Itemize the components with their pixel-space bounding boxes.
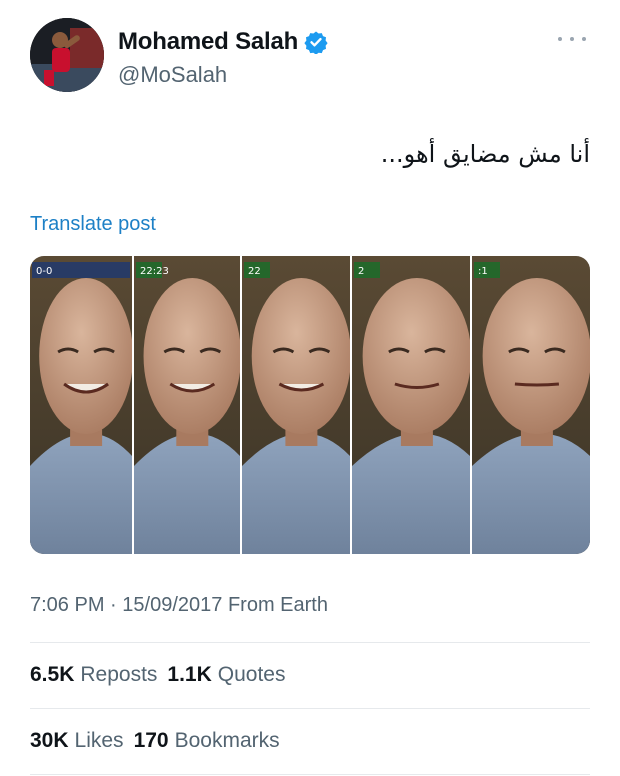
more-options-icon[interactable] bbox=[558, 32, 586, 46]
post-header: Mohamed Salah @MoSalah bbox=[30, 18, 590, 96]
likes-count: 30K bbox=[30, 729, 69, 752]
frame-label: 22:23 bbox=[140, 266, 169, 277]
post-meta: 7:06 PM · 15/09/2017 From Earth bbox=[30, 594, 328, 617]
divider bbox=[30, 708, 590, 709]
quotes-count: 1.1K bbox=[167, 663, 212, 686]
reposts-label: Reposts bbox=[80, 663, 158, 686]
likes-stat[interactable]: 30K Likes bbox=[30, 729, 124, 753]
media-frame: 22:23 bbox=[132, 256, 242, 554]
handle[interactable]: @MoSalah bbox=[118, 62, 227, 88]
quotes-stat[interactable]: 1.1K Quotes bbox=[167, 663, 285, 687]
bookmarks-label: Bookmarks bbox=[174, 729, 280, 752]
media-frame: 22 bbox=[240, 256, 352, 554]
post-time[interactable]: 7:06 PM bbox=[30, 594, 104, 616]
display-name[interactable]: Mohamed Salah bbox=[118, 28, 298, 56]
reposts-stat[interactable]: 6.5K Reposts bbox=[30, 663, 157, 687]
verified-badge-icon bbox=[304, 30, 328, 55]
avatar[interactable] bbox=[30, 18, 104, 92]
bookmarks-stat[interactable]: 170 Bookmarks bbox=[134, 729, 280, 753]
post-media-image[interactable]: 0-0 22:23 22 2:1 bbox=[30, 256, 590, 554]
frame-label: :1 bbox=[478, 266, 488, 277]
media-frame: 0-0 bbox=[30, 256, 134, 554]
post-text: أنا مش مضايق أهو... bbox=[380, 140, 590, 168]
post-date[interactable]: 15/09/2017 bbox=[122, 594, 222, 616]
translate-post-link[interactable]: Translate post bbox=[30, 213, 156, 236]
bookmarks-count: 170 bbox=[133, 729, 169, 752]
media-frame: :1 bbox=[470, 256, 590, 554]
frame-label: 0-0 bbox=[36, 266, 52, 277]
divider bbox=[30, 774, 590, 775]
meta-separator: · bbox=[110, 594, 117, 616]
repost-stats-row: 6.5K Reposts 1.1K Quotes bbox=[30, 663, 285, 687]
media-frame: 2 bbox=[350, 256, 472, 554]
quotes-label: Quotes bbox=[217, 663, 286, 686]
frame-label: 2 bbox=[358, 266, 364, 277]
name-row: Mohamed Salah bbox=[118, 28, 328, 56]
likes-label: Likes bbox=[74, 729, 124, 752]
like-stats-row: 30K Likes 170 Bookmarks bbox=[30, 729, 280, 753]
frame-label: 22 bbox=[248, 266, 261, 277]
reposts-count: 6.5K bbox=[30, 663, 75, 686]
post-source: From Earth bbox=[227, 594, 328, 616]
divider bbox=[30, 642, 590, 643]
